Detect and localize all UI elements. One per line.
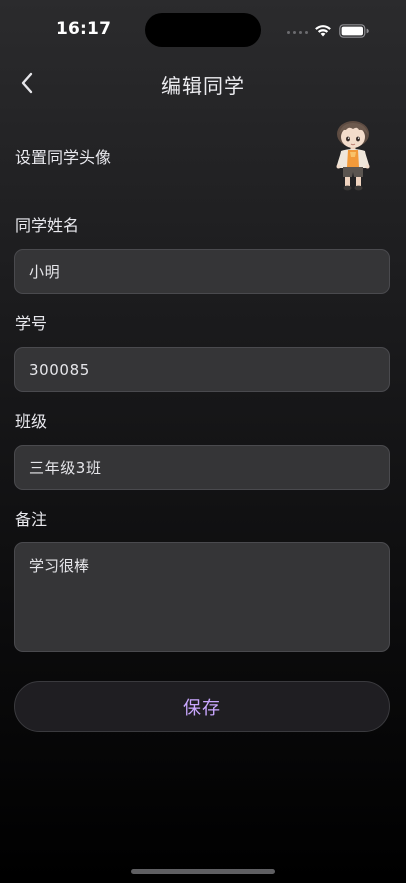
- page-title: 编辑同学: [161, 74, 245, 98]
- class-label: 班级: [15, 412, 48, 431]
- wifi-icon: [314, 22, 332, 41]
- status-time: 16:17: [56, 19, 112, 39]
- note-field[interactable]: 学习很棒: [14, 542, 390, 652]
- avatar-row[interactable]: 设置同学头像: [15, 120, 391, 192]
- status-bar: 16:17: [0, 0, 406, 56]
- student-id-label: 学号: [15, 314, 48, 333]
- nav-bar: 编辑同学: [0, 60, 406, 106]
- save-button[interactable]: 保存: [14, 681, 390, 732]
- avatar-label: 设置同学头像: [15, 148, 112, 167]
- dynamic-island: [145, 13, 261, 47]
- battery-icon: [339, 23, 369, 42]
- class-field[interactable]: [14, 445, 390, 490]
- note-label: 备注: [15, 510, 48, 529]
- name-field[interactable]: [14, 249, 390, 294]
- name-label: 同学姓名: [15, 216, 80, 235]
- student-id-field[interactable]: [14, 347, 390, 392]
- avatar[interactable]: [331, 120, 377, 192]
- home-indicator: [131, 869, 275, 874]
- signal-dots-icon: [287, 31, 308, 34]
- edit-classmate-screen: 16:17 编辑同学 设置同学头像 同学姓名 小明 学号 300085 班级 三…: [0, 0, 406, 883]
